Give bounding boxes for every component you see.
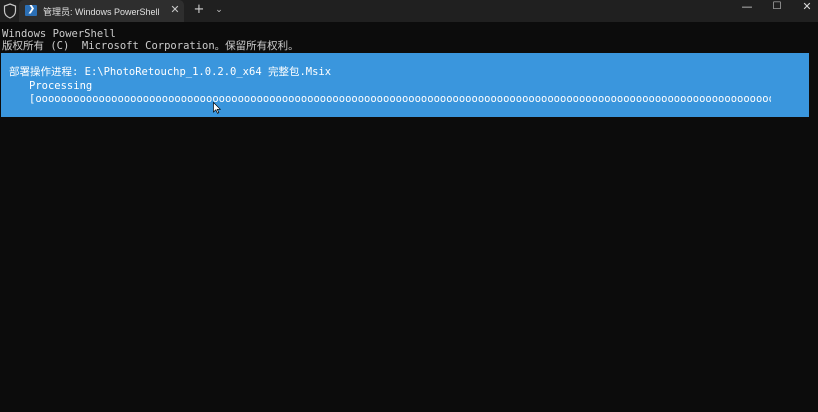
title-bar: ❯ 管理员: Windows PowerShell ✕ + ⌄ — ☐ ✕ [0,0,818,22]
close-window-button[interactable]: ✕ [793,0,818,14]
new-tab-button[interactable]: + [192,2,206,18]
terminal-line: Windows PowerShell [2,28,116,40]
progress-status: Processing [29,80,93,92]
terminal-line: 版权所有 (C) Microsoft Corporation。保留所有权利。 [2,40,299,52]
shield-icon [3,3,17,19]
powershell-window: ❯ 管理员: Windows PowerShell ✕ + ⌄ — ☐ ✕ Wi… [0,0,818,412]
minimize-button[interactable]: — [733,0,761,14]
close-tab-icon[interactable]: ✕ [169,3,181,17]
progress-bar: [ooooooooooooooooooooooooooooooooooooooo… [29,93,771,105]
maximize-button[interactable]: ☐ [763,0,791,14]
powershell-icon: ❯ [25,5,37,16]
mouse-pointer-icon [213,102,221,114]
progress-activity: 部署操作进程: E:\PhotoRetouchp_1.0.2.0_x64 完整包… [9,66,332,78]
chevron-down-icon[interactable]: ⌄ [213,3,225,17]
tab-powershell[interactable]: ❯ 管理员: Windows PowerShell ✕ [19,0,184,22]
progress-banner: 部署操作进程: E:\PhotoRetouchp_1.0.2.0_x64 完整包… [1,53,809,117]
tab-title: 管理员: Windows PowerShell [43,7,160,17]
